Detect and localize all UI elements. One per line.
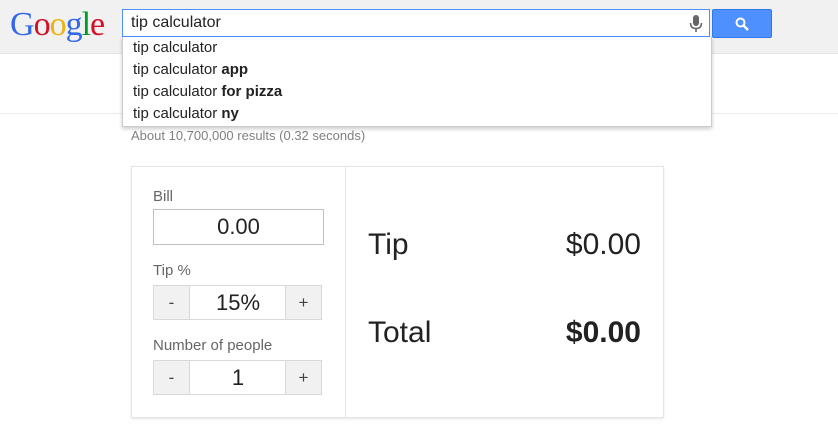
- people-stepper: - 1 +: [153, 360, 322, 395]
- suggestion-completion: app: [221, 61, 249, 78]
- tip-result-label: Tip: [368, 228, 409, 261]
- people-label: Number of people: [153, 337, 273, 354]
- logo-letter: l: [81, 6, 92, 43]
- suggestion-item[interactable]: tip calculator: [123, 37, 711, 59]
- suggestion-item[interactable]: tip calculator for pizza: [123, 81, 711, 103]
- search-button[interactable]: [712, 9, 772, 38]
- logo-letter: g: [65, 6, 83, 43]
- suggestion-item[interactable]: tip calculator app: [123, 59, 711, 81]
- calculator-inputs: Bill 0.00 Tip % - 15% + Number of people…: [132, 167, 346, 417]
- suggestion-text: tip calculator: [133, 61, 222, 78]
- google-logo[interactable]: Google: [10, 5, 105, 45]
- microphone-icon[interactable]: [689, 15, 703, 33]
- results-stats: About 10,700,000 results (0.32 seconds): [131, 128, 366, 143]
- suggestion-text: tip calculator: [133, 39, 218, 56]
- tip-calculator-card: Bill 0.00 Tip % - 15% + Number of people…: [131, 166, 664, 418]
- people-value[interactable]: 1: [190, 361, 286, 394]
- logo-letter: e: [90, 6, 105, 43]
- tip-percent-value[interactable]: 15%: [190, 286, 286, 319]
- logo-letter: G: [10, 6, 35, 43]
- tip-percent-label: Tip %: [153, 262, 191, 279]
- suggestion-text: tip calculator: [133, 105, 222, 122]
- bill-label: Bill: [153, 188, 174, 205]
- tip-result-value: $0.00: [565, 228, 641, 261]
- autocomplete-dropdown: tip calculator tip calculator app tip ca…: [122, 37, 712, 127]
- suggestion-completion: for pizza: [221, 83, 283, 100]
- search-box[interactable]: [122, 9, 710, 37]
- tip-increase-button[interactable]: +: [285, 286, 321, 319]
- logo-letter: o: [33, 6, 51, 43]
- people-increase-button[interactable]: +: [285, 361, 321, 394]
- suggestion-text: tip calculator: [133, 83, 222, 100]
- tip-decrease-button[interactable]: -: [154, 286, 190, 319]
- bill-input[interactable]: 0.00: [153, 209, 324, 245]
- people-decrease-button[interactable]: -: [154, 361, 190, 394]
- search-input[interactable]: [131, 10, 681, 36]
- logo-letter: o: [49, 6, 67, 43]
- suggestion-item[interactable]: tip calculator ny: [123, 103, 711, 125]
- suggestion-completion: ny: [221, 105, 239, 122]
- tip-percent-stepper: - 15% +: [153, 285, 322, 320]
- search-icon: [735, 17, 749, 31]
- total-label: Total: [368, 316, 432, 349]
- total-value: $0.00: [565, 316, 641, 349]
